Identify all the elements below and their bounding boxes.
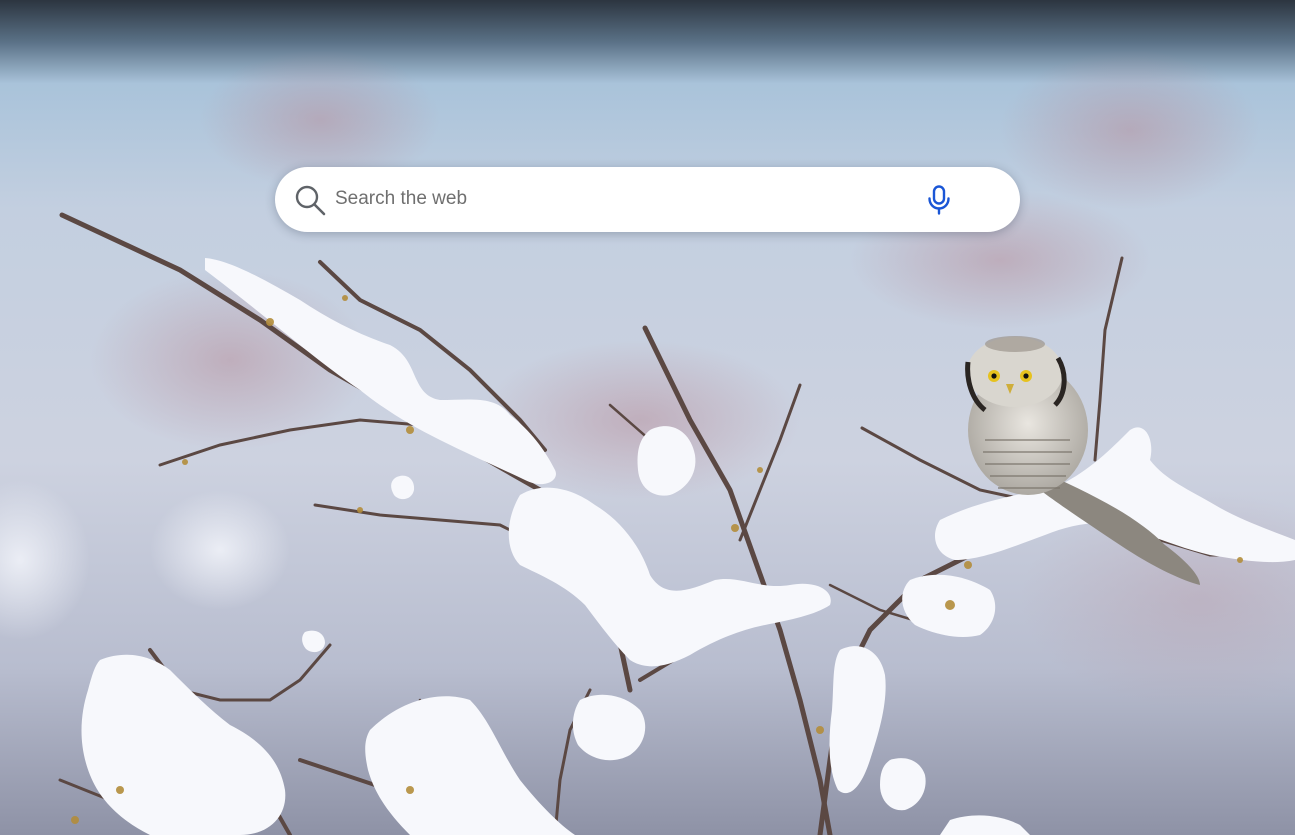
- search-bar[interactable]: [275, 167, 1020, 232]
- microphone-icon: [928, 185, 950, 215]
- search-icon: [295, 185, 326, 216]
- voice-search-button[interactable]: [920, 181, 958, 219]
- background-image: [0, 0, 1295, 835]
- search-input[interactable]: [335, 179, 915, 219]
